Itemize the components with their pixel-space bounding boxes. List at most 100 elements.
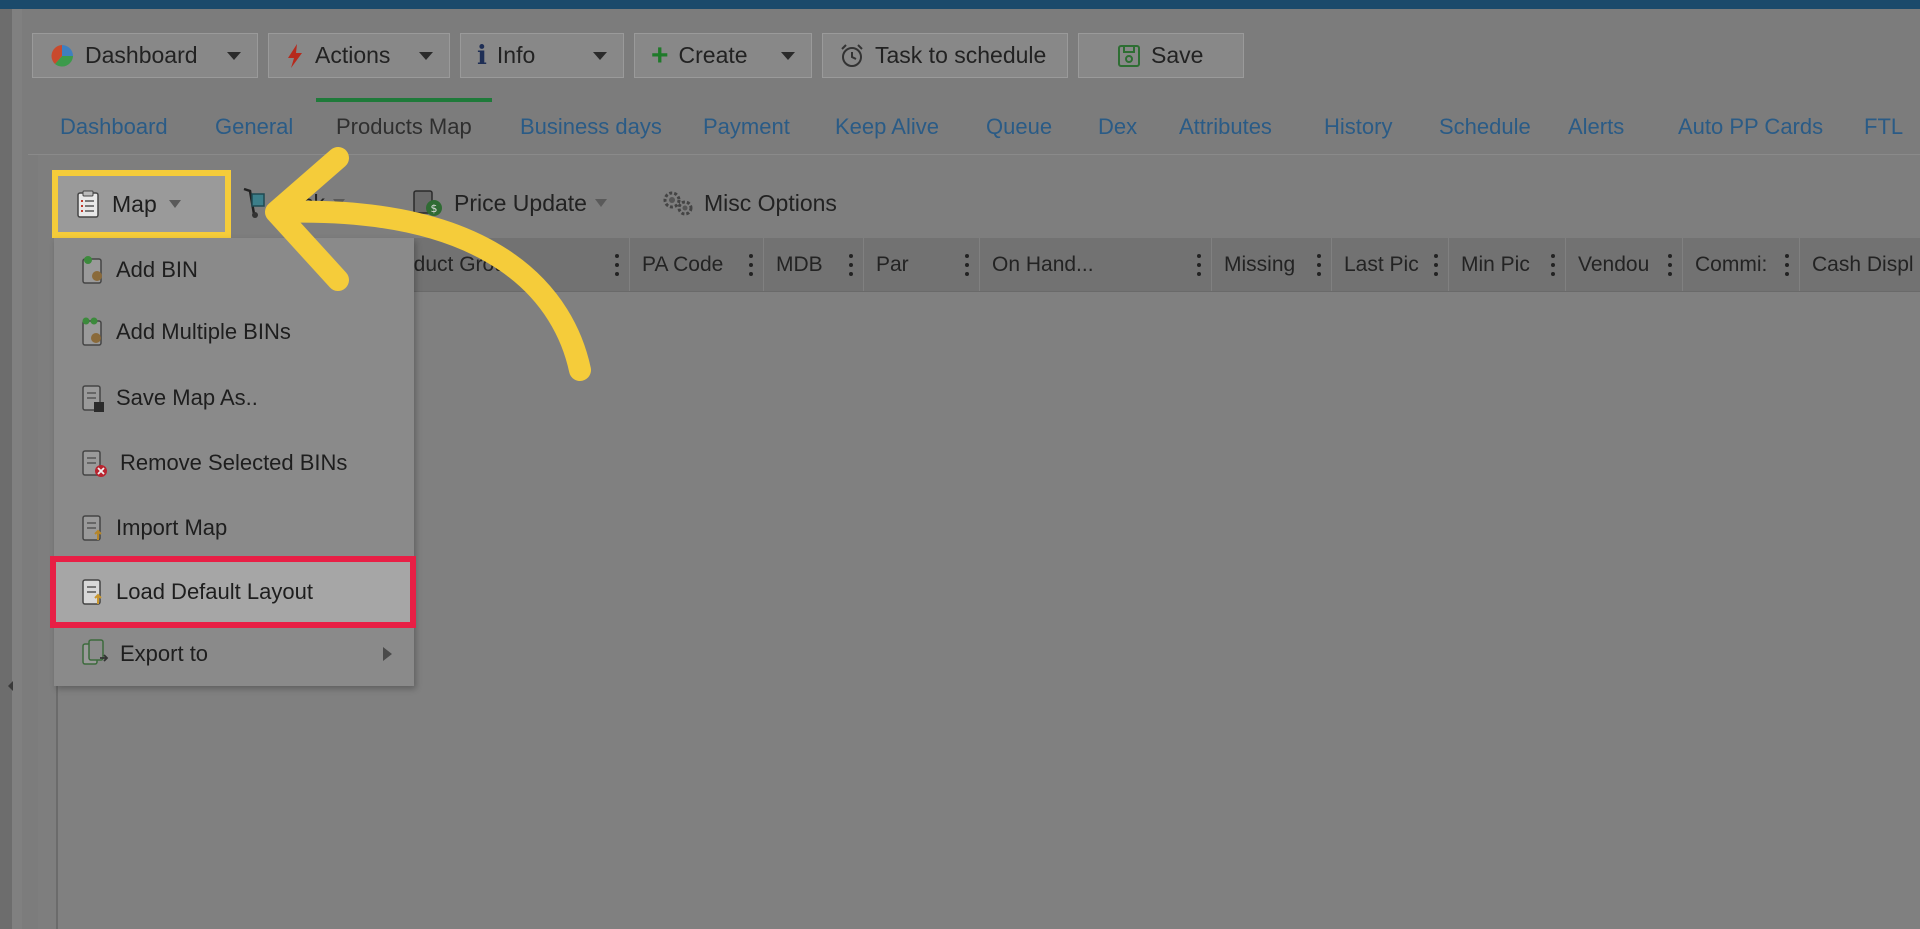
menu-item-label: Add Multiple BINs [116,319,291,344]
column-menu-icon[interactable] [1668,254,1672,276]
column-header-pa-code[interactable]: PA Code [630,238,764,291]
price-update-button-label: Price Update [454,189,587,216]
misc-options-button[interactable]: Misc Options [660,182,837,224]
column-header-par[interactable]: Par [864,238,980,291]
save-button[interactable]: Save [1078,33,1244,78]
column-menu-icon[interactable] [1785,254,1789,276]
column-menu-icon[interactable] [749,254,753,276]
price-tag-icon: $ [412,187,446,219]
column-menu-icon[interactable] [615,254,619,276]
menu-item-import-map[interactable]: Import Map [54,498,414,558]
gears-icon [660,188,696,218]
dashboard-dropdown-button[interactable]: Dashboard [32,33,258,78]
tab-business-days[interactable]: Business days [520,100,662,154]
top-accent-bar [0,0,1920,9]
tab-keep-alive[interactable]: Keep Alive [835,100,939,154]
clipboard-list-icon [76,189,100,219]
alarm-clock-icon [839,43,865,69]
add-bin-icon [80,254,106,286]
column-label: oduct Group [402,252,518,276]
tab-general[interactable]: General [215,100,293,154]
menu-item-save-map-as[interactable]: Save Map As.. [54,368,414,428]
save-disk-icon [1117,44,1141,68]
menu-item-label: Remove Selected BINs [120,450,348,475]
column-menu-icon[interactable] [849,254,853,276]
hand-truck-icon [240,186,274,220]
column-header-on-hand[interactable]: On Hand... [980,238,1212,291]
menu-item-export-to[interactable]: Export to [54,624,414,684]
column-header-missing[interactable]: Missing [1212,238,1332,291]
column-label: PA Code [642,252,724,276]
column-label: MDB [776,252,823,276]
menu-item-label: Add BIN [116,257,198,282]
column-header-mdb[interactable]: MDB [764,238,864,291]
remove-bins-icon [80,447,110,479]
column-menu-icon[interactable] [1434,254,1438,276]
pie-chart-icon [49,43,75,69]
map-dropdown-menu: Add BIN Add Multiple BINs Save Map As.. … [50,238,416,686]
column-label: Par [876,252,909,276]
column-menu-icon[interactable] [1197,254,1201,276]
price-update-dropdown-button[interactable]: $ Price Update [412,182,607,224]
menu-item-label: Import Map [116,515,228,540]
actions-button-label: Actions [315,42,391,68]
column-label: On Hand... [992,252,1094,276]
info-button-label: Info [496,42,536,68]
info-icon: i [477,40,487,71]
column-label: Last Pic [1344,252,1419,276]
column-label: Vendou [1578,252,1650,276]
column-header-commission[interactable]: Commi: [1683,238,1800,291]
tab-dex[interactable]: Dex [1098,100,1137,154]
task-to-schedule-button[interactable]: Task to schedule [822,33,1068,78]
misc-options-button-label: Misc Options [704,189,837,216]
menu-item-add-bin[interactable]: Add BIN [54,240,414,300]
menu-item-load-default-layout[interactable]: Load Default Layout [50,556,416,628]
map-dropdown-button[interactable]: Map [52,170,231,238]
export-icon [80,638,110,670]
chevron-down-icon [593,51,607,60]
tab-queue[interactable]: Queue [986,100,1052,154]
create-button-label: Create [678,42,748,68]
column-header-min-pick[interactable]: Min Pic [1449,238,1566,291]
add-multiple-bins-icon [80,316,106,348]
menu-item-label: Load Default Layout [116,579,313,604]
column-label: Missing [1224,252,1296,276]
menu-item-label: Save Map As.. [116,385,258,410]
collapse-arrow-icon[interactable] [8,681,13,691]
dashboard-button-label: Dashboard [85,42,198,68]
tab-payment[interactable]: Payment [703,100,790,154]
tab-auto-pp-cards[interactable]: Auto PP Cards [1678,100,1823,154]
info-dropdown-button[interactable]: i Info [460,33,624,78]
create-dropdown-button[interactable]: + Create [634,33,812,78]
tab-schedule[interactable]: Schedule [1439,100,1531,154]
actions-dropdown-button[interactable]: Actions [268,33,450,78]
save-map-icon [80,382,106,414]
column-label: Cash Displ [1812,252,1914,276]
chevron-down-icon [333,199,345,207]
column-menu-icon[interactable] [965,254,969,276]
chevron-right-icon [383,647,392,661]
tab-products-map[interactable]: Products Map [316,98,492,152]
menu-item-label: Export to [120,641,209,666]
load-layout-icon [80,576,106,608]
chevron-down-icon [227,51,241,60]
pick-dropdown-button[interactable]: ck [240,182,345,224]
column-header-cash-display[interactable]: Cash Displ [1800,238,1920,291]
tab-alerts[interactable]: Alerts [1568,100,1624,154]
map-button-label: Map [112,190,157,217]
menu-item-add-multiple-bins[interactable]: Add Multiple BINs [54,302,414,362]
tab-attributes[interactable]: Attributes [1179,100,1272,154]
chevron-down-icon [419,51,433,60]
svg-text:$: $ [431,202,438,215]
column-header-last-pick[interactable]: Last Pic [1332,238,1449,291]
column-header-vendout[interactable]: Vendou [1566,238,1683,291]
lightning-icon [285,43,305,69]
column-menu-icon[interactable] [1551,254,1555,276]
tab-ftl[interactable]: FTL [1864,100,1903,154]
left-collapse-rail[interactable] [0,9,13,929]
menu-item-remove-selected-bins[interactable]: Remove Selected BINs [54,433,414,493]
tab-dashboard[interactable]: Dashboard [60,100,168,154]
column-menu-icon[interactable] [1317,254,1321,276]
tab-bar: Dashboard General Products Map Business … [28,98,1920,154]
tab-history[interactable]: History [1324,100,1392,154]
